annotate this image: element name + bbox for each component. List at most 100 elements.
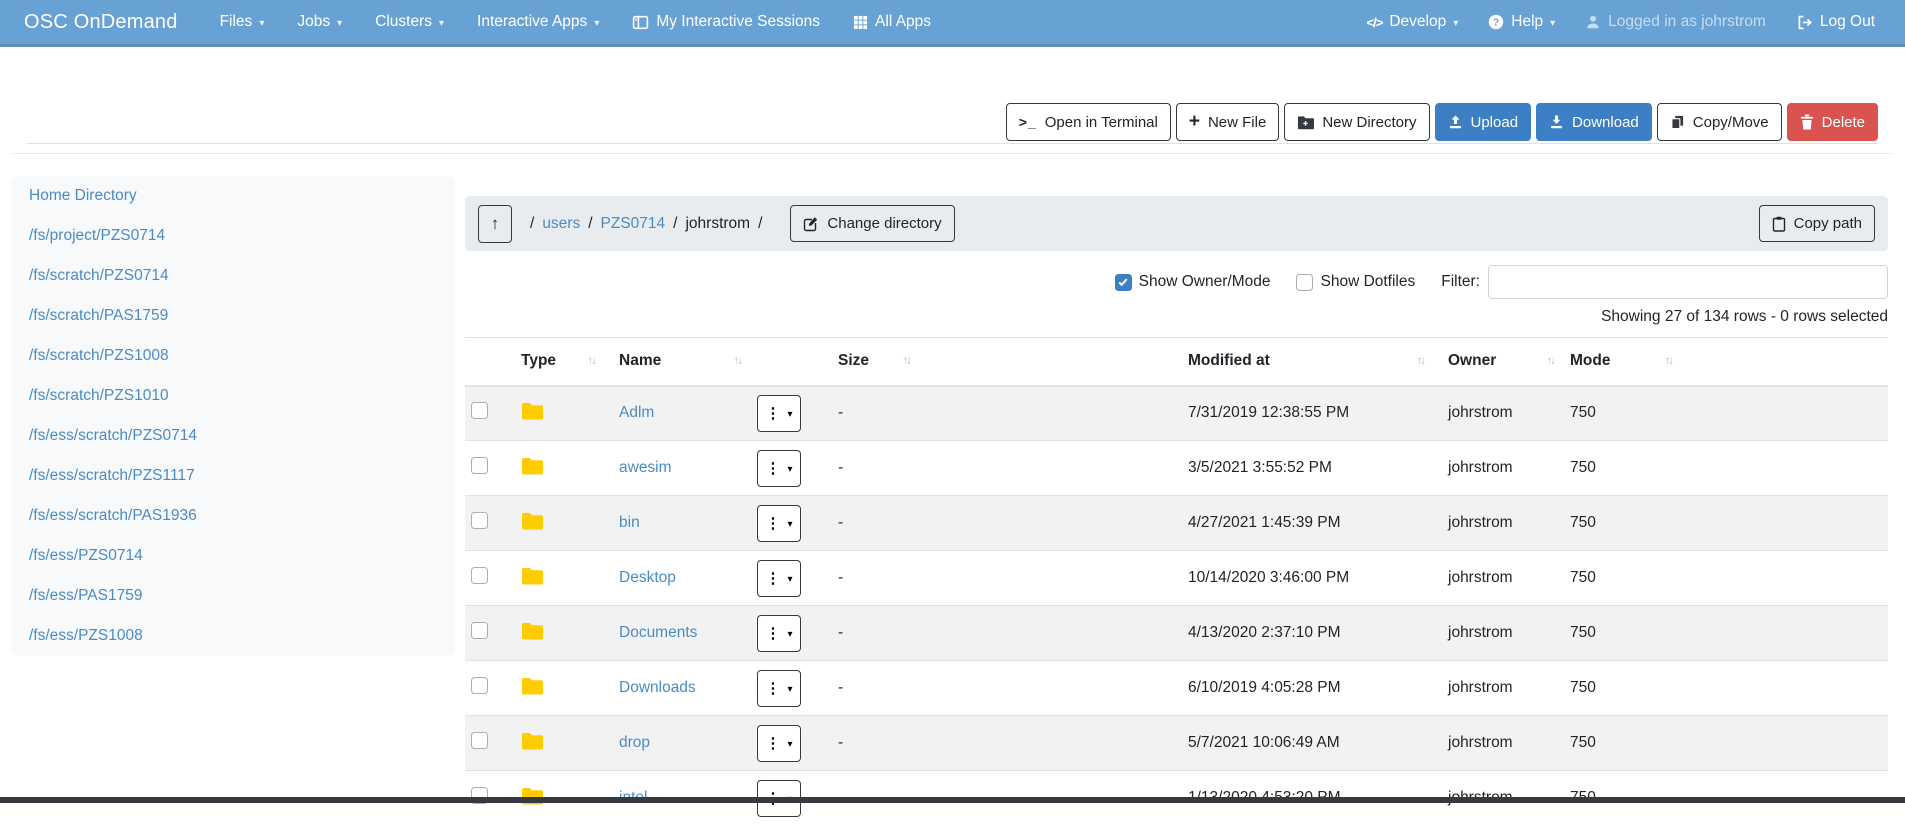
sidebar-item-filesystem-path[interactable]: /fs/scratch/PZS1010 [12, 376, 455, 416]
caret-down-icon: ▾ [1453, 18, 1458, 29]
spacer-cell [926, 606, 1172, 661]
row-actions-dropdown[interactable]: ⋮ ▾ [757, 670, 801, 707]
row-checkbox[interactable] [471, 457, 488, 474]
section-divider [12, 153, 1893, 154]
kebab-icon: ⋮ [765, 406, 780, 421]
kebab-icon: ⋮ [765, 736, 780, 751]
file-modified: 4/27/2021 1:45:39 PM [1172, 496, 1440, 551]
sidebar-item-filesystem-path[interactable]: /fs/ess/scratch/PZS1117 [12, 456, 455, 496]
sidebar-item-home-directory[interactable]: Home Directory [12, 176, 455, 216]
nav-develop-menu[interactable]: </> Develop ▾ [1367, 13, 1459, 31]
upload-button[interactable]: Upload [1435, 103, 1532, 141]
row-actions-dropdown[interactable]: ⋮ ▾ [757, 450, 801, 487]
sort-icons[interactable]: ↑↓ [1547, 355, 1555, 367]
file-name-link[interactable]: Adlm [619, 404, 654, 421]
svg-text:?: ? [1493, 17, 1499, 29]
file-name-link[interactable]: Documents [619, 624, 697, 641]
sort-icons[interactable]: ↑↓ [588, 355, 596, 367]
file-owner: johrstrom [1440, 496, 1562, 551]
terminal-icon: >_ [1019, 114, 1037, 130]
row-checkbox[interactable] [471, 677, 488, 694]
copy-path-button[interactable]: Copy path [1759, 205, 1875, 242]
nav-all-apps[interactable]: All Apps [853, 13, 931, 31]
sidebar-item-filesystem-path[interactable]: /fs/ess/PZS0714 [12, 536, 455, 576]
file-name-link[interactable]: drop [619, 734, 650, 751]
up-directory-button[interactable]: ↑ [478, 205, 512, 243]
row-checkbox[interactable] [471, 622, 488, 639]
sidebar-item-filesystem-path[interactable]: /fs/ess/scratch/PZS0714 [12, 416, 455, 456]
sidebar-item-filesystem-path[interactable]: /fs/ess/PAS1759 [12, 576, 455, 616]
file-owner: johrstrom [1440, 606, 1562, 661]
nav-files-menu[interactable]: Files ▾ [220, 13, 265, 31]
row-actions-dropdown[interactable]: ⋮ ▾ [757, 560, 801, 597]
delete-button[interactable]: Delete [1787, 103, 1878, 141]
column-header-owner[interactable]: Owner ↑↓ [1440, 338, 1562, 386]
sort-icons[interactable]: ↑↓ [1665, 355, 1673, 367]
file-size: - [822, 496, 926, 551]
show-owner-mode-checkbox[interactable] [1115, 274, 1132, 291]
copy-icon [1670, 114, 1685, 130]
new-directory-button[interactable]: New Directory [1284, 103, 1429, 141]
nav-clusters-menu[interactable]: Clusters ▾ [375, 13, 444, 31]
file-name-link[interactable]: Downloads [619, 679, 696, 696]
question-circle-icon: ? [1488, 14, 1504, 30]
sidebar-item-filesystem-path[interactable]: /fs/ess/PZS1008 [12, 616, 455, 656]
table-row: Adlm ⋮ ▾ - 7/31/2019 12:38:55 PM johrstr… [465, 386, 1888, 441]
trash-icon [1800, 114, 1814, 130]
filter-input[interactable] [1488, 265, 1888, 299]
column-header-size[interactable]: Size ↑↓ [822, 338, 926, 386]
show-dotfiles-group: Show Dotfiles [1296, 273, 1415, 291]
spacer-cell [926, 661, 1172, 716]
nav-my-interactive-sessions[interactable]: My Interactive Sessions [632, 13, 820, 31]
filler-cell [1680, 386, 1888, 441]
sidebar-item-filesystem-path[interactable]: /fs/ess/scratch/PAS1936 [12, 496, 455, 536]
row-actions-dropdown[interactable]: ⋮ ▾ [757, 615, 801, 652]
navbar-left: Files ▾ Jobs ▾ Clusters ▾ Interactive Ap… [220, 13, 931, 31]
row-checkbox[interactable] [471, 402, 488, 419]
kebab-icon: ⋮ [765, 571, 780, 586]
nav-interactive-apps-menu[interactable]: Interactive Apps ▾ [477, 13, 599, 31]
app-brand[interactable]: OSC OnDemand [24, 11, 178, 34]
sidebar-item-filesystem-path[interactable]: /fs/scratch/PZS1008 [12, 336, 455, 376]
file-modified: 4/13/2020 2:37:10 PM [1172, 606, 1440, 661]
file-name-link[interactable]: bin [619, 514, 640, 531]
breadcrumb-link-users[interactable]: users [542, 215, 580, 233]
log-out-link[interactable]: Log Out [1796, 13, 1875, 31]
download-icon [1549, 114, 1564, 130]
window-icon [632, 14, 649, 31]
row-actions-dropdown[interactable]: ⋮ ▾ [757, 725, 801, 762]
file-size: - [822, 551, 926, 606]
sort-icons[interactable]: ↑↓ [1417, 355, 1425, 367]
nav-help-menu[interactable]: ? Help ▾ [1488, 13, 1555, 31]
nav-jobs-menu[interactable]: Jobs ▾ [297, 13, 342, 31]
column-header-type[interactable]: Type ↑↓ [505, 338, 611, 386]
file-name-link[interactable]: awesim [619, 459, 672, 476]
change-directory-button[interactable]: Change directory [790, 205, 954, 242]
copy-move-button[interactable]: Copy/Move [1657, 103, 1782, 141]
sidebar-item-filesystem-path[interactable]: /fs/scratch/PZS0714 [12, 256, 455, 296]
row-actions-dropdown[interactable]: ⋮ ▾ [757, 505, 801, 542]
caret-down-icon: ▾ [787, 574, 792, 585]
sort-icons[interactable]: ↑↓ [734, 355, 742, 367]
caret-down-icon: ▾ [787, 409, 792, 420]
file-name-link[interactable]: Desktop [619, 569, 676, 586]
open-in-terminal-button[interactable]: >_ Open in Terminal [1006, 103, 1171, 141]
sidebar-item-filesystem-path[interactable]: /fs/project/PZS0714 [12, 216, 455, 256]
row-checkbox[interactable] [471, 512, 488, 529]
sidebar-item-filesystem-path[interactable]: /fs/scratch/PAS1759 [12, 296, 455, 336]
show-dotfiles-checkbox[interactable] [1296, 274, 1313, 291]
column-header-actions [749, 338, 822, 386]
file-modified: 7/31/2019 12:38:55 PM [1172, 386, 1440, 441]
column-header-modified[interactable]: Modified at ↑↓ [1172, 338, 1440, 386]
download-button[interactable]: Download [1536, 103, 1652, 141]
sort-icons[interactable]: ↑↓ [903, 355, 911, 367]
breadcrumb: / users / PZS0714 / johrstrom / [530, 215, 762, 233]
row-checkbox[interactable] [471, 732, 488, 749]
file-mode: 750 [1562, 386, 1680, 441]
row-actions-dropdown[interactable]: ⋮ ▾ [757, 395, 801, 432]
column-header-name[interactable]: Name ↑↓ [611, 338, 749, 386]
new-file-button[interactable]: + New File [1176, 103, 1279, 141]
row-checkbox[interactable] [471, 567, 488, 584]
column-header-mode[interactable]: Mode ↑↓ [1562, 338, 1680, 386]
breadcrumb-link-project[interactable]: PZS0714 [601, 215, 666, 233]
